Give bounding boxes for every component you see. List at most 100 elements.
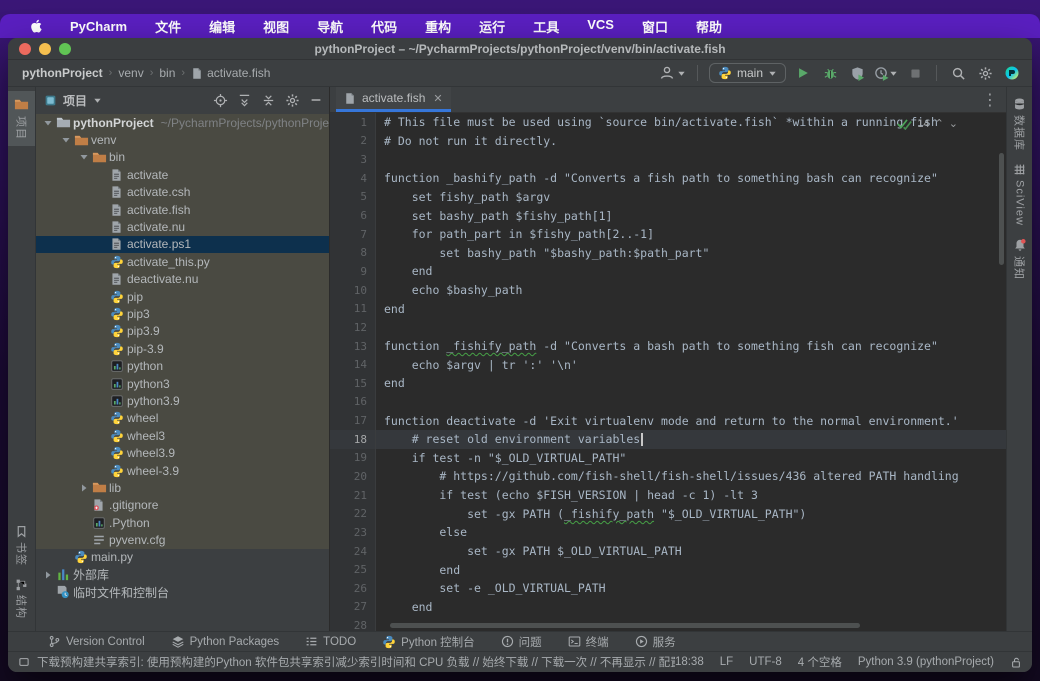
tree-item-activate.nu[interactable]: activate.nu xyxy=(36,218,329,235)
lock-icon[interactable] xyxy=(1010,656,1022,669)
project-panel-title[interactable]: 项目 xyxy=(63,92,87,109)
tree-item-lib[interactable]: lib xyxy=(36,479,329,496)
tree-item-pyvenv.cfg[interactable]: pyvenv.cfg xyxy=(36,531,329,548)
next-problem-icon[interactable]: ⌄ xyxy=(949,117,958,130)
code-line-18[interactable]: 18 # reset old environment variables xyxy=(330,430,1006,449)
chevron-down-icon[interactable] xyxy=(40,118,56,128)
tool-window-button-服务[interactable]: 服务 xyxy=(635,634,676,650)
menu-运行[interactable]: 运行 xyxy=(465,17,519,36)
line-number[interactable]: 22 xyxy=(330,504,376,523)
code-line-25[interactable]: 25 end xyxy=(330,560,1006,579)
menu-导航[interactable]: 导航 xyxy=(303,17,357,36)
code-line-24[interactable]: 24 set -gx PATH $_OLD_VIRTUAL_PATH xyxy=(330,542,1006,561)
code-line-26[interactable]: 26 set -e _OLD_VIRTUAL_PATH xyxy=(330,579,1006,598)
code-line-23[interactable]: 23 else xyxy=(330,523,1006,542)
menu-文件[interactable]: 文件 xyxy=(141,17,195,36)
tree-item-.gitignore[interactable]: .gitignore xyxy=(36,497,329,514)
tool-window-button-Python 控制台[interactable]: Python 控制台 xyxy=(382,634,475,650)
menu-工具[interactable]: 工具 xyxy=(519,17,573,36)
tool-window-button-Python Packages[interactable]: Python Packages xyxy=(171,635,280,648)
code-line-17[interactable]: 17function deactivate -d 'Exit virtualen… xyxy=(330,411,1006,430)
tool-stripe-button-数据库[interactable]: 数据库 xyxy=(1007,91,1032,157)
line-number[interactable]: 10 xyxy=(330,281,376,300)
locate-icon[interactable] xyxy=(213,93,228,108)
line-number[interactable]: 14 xyxy=(330,355,376,374)
code-line-16[interactable]: 16 xyxy=(330,393,1006,412)
status-message[interactable]: 下载预构建共享索引: 使用预构建的Python 软件包共享索引减少索引时间和 C… xyxy=(37,654,675,670)
tree-item-activate_this.py[interactable]: activate_this.py xyxy=(36,253,329,270)
code-line-2[interactable]: 2# Do not run it directly. xyxy=(330,132,1006,151)
code-line-27[interactable]: 27 end xyxy=(330,598,1006,617)
tree-item-activate[interactable]: activate xyxy=(36,166,329,183)
tree-item-pip-3.9[interactable]: pip-3.9 xyxy=(36,340,329,357)
tool-window-button-终端[interactable]: 终端 xyxy=(568,634,609,650)
tree-item-临时文件和控制台[interactable]: 临时文件和控制台 xyxy=(36,584,329,601)
code-line-7[interactable]: 7 for path_part in $fishy_path[2..-1] xyxy=(330,225,1006,244)
code-line-9[interactable]: 9 end xyxy=(330,262,1006,281)
tree-item-venv[interactable]: venv xyxy=(36,131,329,148)
settings-button[interactable] xyxy=(975,63,995,83)
breadcrumb-item-venv[interactable]: venv xyxy=(118,66,143,80)
code-line-5[interactable]: 5 set fishy_path $argv xyxy=(330,188,1006,207)
tree-item-wheel[interactable]: wheel xyxy=(36,410,329,427)
close-window-button[interactable] xyxy=(19,43,31,55)
code-line-10[interactable]: 10 echo $bashy_path xyxy=(330,281,1006,300)
scroll-to-source-icon[interactable] xyxy=(261,93,276,108)
chevron-down-icon[interactable] xyxy=(76,152,92,162)
line-number[interactable]: 17 xyxy=(330,411,376,430)
code-line-11[interactable]: 11end xyxy=(330,299,1006,318)
tree-item-python3[interactable]: python3 xyxy=(36,375,329,392)
settings-icon[interactable] xyxy=(285,93,300,108)
tree-item-外部库[interactable]: 外部库 xyxy=(36,566,329,583)
interpreter-indicator[interactable]: Python 3.9 (pythonProject) xyxy=(858,656,994,668)
apple-menu-icon[interactable] xyxy=(18,18,56,34)
code-line-6[interactable]: 6 set bashy_path $fishy_path[1] xyxy=(330,206,1006,225)
line-number[interactable]: 2 xyxy=(330,132,376,151)
code-line-3[interactable]: 3 xyxy=(330,150,1006,169)
line-separator-indicator[interactable]: LF xyxy=(720,656,733,668)
tree-item-.Python[interactable]: .Python xyxy=(36,514,329,531)
breadcrumb-item-bin[interactable]: bin xyxy=(159,66,175,80)
tree-item-bin[interactable]: bin xyxy=(36,149,329,166)
tree-item-activate.fish[interactable]: activate.fish xyxy=(36,201,329,218)
chevron-down-icon[interactable] xyxy=(58,135,74,145)
close-tab-icon[interactable]: ✕ xyxy=(433,92,442,105)
search-everywhere-button[interactable] xyxy=(948,63,968,83)
minimize-window-button[interactable] xyxy=(39,43,51,55)
tool-stripe-button-结构[interactable]: 结构 xyxy=(8,572,35,625)
indent-indicator[interactable]: 4 个空格 xyxy=(798,654,842,670)
line-number[interactable]: 15 xyxy=(330,374,376,393)
line-number[interactable]: 9 xyxy=(330,262,376,281)
line-number[interactable]: 7 xyxy=(330,225,376,244)
menu-帮助[interactable]: 帮助 xyxy=(682,17,736,36)
line-number[interactable]: 18 xyxy=(330,430,376,449)
line-number[interactable]: 16 xyxy=(330,393,376,412)
code-line-19[interactable]: 19 if test -n "$_OLD_VIRTUAL_PATH" xyxy=(330,449,1006,468)
line-number[interactable]: 11 xyxy=(330,299,376,318)
vertical-scrollbar[interactable] xyxy=(999,153,1004,265)
tree-item-wheel3[interactable]: wheel3 xyxy=(36,427,329,444)
prev-problem-icon[interactable]: ⌃ xyxy=(935,117,944,130)
line-number[interactable]: 26 xyxy=(330,579,376,598)
line-number[interactable]: 27 xyxy=(330,598,376,617)
code-line-22[interactable]: 22 set -gx PATH (_fishify_path "$_OLD_VI… xyxy=(330,504,1006,523)
code-line-15[interactable]: 15end xyxy=(330,374,1006,393)
tool-window-button-TODO[interactable]: TODO xyxy=(305,635,356,648)
tree-item-pip3.9[interactable]: pip3.9 xyxy=(36,323,329,340)
menu-窗口[interactable]: 窗口 xyxy=(628,17,682,36)
line-number[interactable]: 12 xyxy=(330,318,376,337)
tree-item-main.py[interactable]: main.py xyxy=(36,549,329,566)
tool-stripe-button-书签[interactable]: 书签 xyxy=(8,519,35,572)
tree-item-wheel-3.9[interactable]: wheel-3.9 xyxy=(36,462,329,479)
code-line-4[interactable]: 4function _bashify_path -d "Converts a f… xyxy=(330,169,1006,188)
line-number[interactable]: 5 xyxy=(330,188,376,207)
pycharm-logo-icon[interactable] xyxy=(1002,63,1022,83)
line-number[interactable]: 1 xyxy=(330,113,376,132)
line-number[interactable]: 6 xyxy=(330,206,376,225)
window-titlebar[interactable]: pythonProject – ~/PycharmProjects/python… xyxy=(8,38,1032,60)
encoding-indicator[interactable]: UTF-8 xyxy=(749,656,782,668)
zoom-window-button[interactable] xyxy=(59,43,71,55)
tool-window-button-Version Control[interactable]: Version Control xyxy=(48,635,145,648)
line-number[interactable]: 24 xyxy=(330,542,376,561)
chevron-right-icon[interactable] xyxy=(40,570,56,580)
